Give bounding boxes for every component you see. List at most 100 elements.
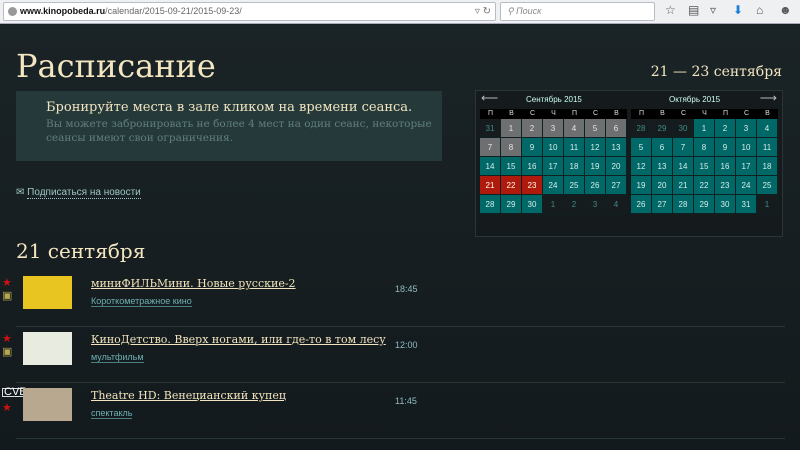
calendar-day[interactable]: 10 — [543, 138, 564, 157]
calendar-day[interactable]: 30 — [522, 195, 543, 214]
calendar-day[interactable]: 28 — [480, 195, 501, 214]
address-bar[interactable]: www.kinopobeda.ru/calendar/2015-09-21/20… — [3, 2, 496, 21]
calendar-day[interactable]: 26 — [631, 195, 652, 214]
prev-arrow-icon[interactable]: ⟵ — [481, 91, 498, 105]
calendar-day[interactable]: 6 — [652, 138, 673, 157]
event-thumbnail[interactable] — [23, 388, 72, 421]
weekday-header: В — [501, 109, 522, 119]
calendar-day: 1 — [501, 119, 522, 138]
calendar-day[interactable]: 14 — [673, 157, 694, 176]
calendar-day[interactable]: 17 — [736, 157, 757, 176]
calendar-day[interactable]: 13 — [652, 157, 673, 176]
event-title-link[interactable]: Theatre HD: Венецианский купец — [91, 389, 286, 402]
calendar-day[interactable]: 29 — [694, 195, 715, 214]
calendar-day[interactable]: 25 — [564, 176, 585, 195]
calendar-day[interactable]: 3 — [736, 119, 757, 138]
camera-icon: ▣ — [2, 290, 13, 302]
calendar-day: 3 — [585, 195, 606, 214]
reading-list-icon[interactable]: ▤ — [688, 3, 699, 17]
calendar-day[interactable]: 30 — [715, 195, 736, 214]
calendar-day[interactable]: 22 — [694, 176, 715, 195]
calendar-day[interactable]: 26 — [585, 176, 606, 195]
calendar-day: 6 — [606, 119, 627, 138]
calendar-day[interactable]: 12 — [631, 157, 652, 176]
event-row: ★ ▣ миниФИЛЬМини. Новые русские-2 Коротко… — [0, 271, 785, 327]
calendar-day[interactable]: 20 — [606, 157, 627, 176]
calendar-day: 2 — [522, 119, 543, 138]
calendar-day[interactable]: 23 — [522, 176, 543, 195]
mail-icon: ✉ — [16, 187, 25, 198]
subscribe-link[interactable]: ✉ Подписаться на новости — [16, 187, 141, 199]
event-thumbnail[interactable] — [23, 276, 72, 309]
session-time[interactable]: 12:00 — [395, 340, 418, 350]
home-icon[interactable]: ⌂ — [756, 3, 763, 17]
calendar-day[interactable]: 19 — [585, 157, 606, 176]
calendar-day[interactable]: 21 — [480, 176, 501, 195]
calendar-day[interactable]: 15 — [694, 157, 715, 176]
search-input[interactable]: ⚲ Поиск — [500, 2, 655, 21]
event-title-link[interactable]: КиноДетство. Вверх ногами, или где-то в … — [91, 333, 386, 346]
calendar-day: 4 — [564, 119, 585, 138]
calendar-day[interactable]: 24 — [736, 176, 757, 195]
weekday-header: П — [631, 109, 652, 119]
pocket-icon[interactable]: ▿ — [710, 3, 716, 17]
account-icon[interactable]: ☻ — [779, 3, 792, 17]
calendar-day[interactable]: 17 — [543, 157, 564, 176]
calendar-day[interactable]: 7 — [673, 138, 694, 157]
camera-icon: ▣ — [2, 346, 13, 358]
event-title-link[interactable]: миниФИЛЬМини. Новые русские-2 — [91, 277, 296, 290]
next-arrow-icon[interactable]: ⟶ — [760, 91, 777, 105]
calendar-day[interactable]: 24 — [543, 176, 564, 195]
calendar-day[interactable]: 12 — [585, 138, 606, 157]
calendar-day[interactable]: 22 — [501, 176, 522, 195]
calendar-day[interactable]: 23 — [715, 176, 736, 195]
reload-icon[interactable]: ▿ ↻ — [475, 3, 491, 20]
calendar-day[interactable]: 8 — [694, 138, 715, 157]
calendar-day[interactable]: 21 — [673, 176, 694, 195]
calendar-day[interactable]: 25 — [757, 176, 778, 195]
calendar-day[interactable]: 16 — [715, 157, 736, 176]
date-range: 21 — 23 сентября — [650, 64, 782, 80]
info-text: Вы можете забронировать не более 4 мест … — [46, 118, 432, 144]
event-row: CVБ ★ Theatre HD: Венецианский купец спек… — [0, 383, 785, 439]
calendar-day: 30 — [673, 119, 694, 138]
event-genre-link[interactable]: Короткометражное кино — [91, 296, 192, 307]
calendar-day[interactable]: 18 — [564, 157, 585, 176]
calendar-day[interactable]: 11 — [564, 138, 585, 157]
calendar-day[interactable]: 27 — [652, 195, 673, 214]
calendar-day[interactable]: 18 — [757, 157, 778, 176]
calendar-day[interactable]: 14 — [480, 157, 501, 176]
event-genre-link[interactable]: мультфильм — [91, 352, 144, 363]
weekday-header: П — [480, 109, 501, 119]
event-row: ★ ▣ КиноДетство. Вверх ногами, или где-то… — [0, 327, 785, 383]
calendar-day[interactable]: 19 — [631, 176, 652, 195]
calendar-day[interactable]: 13 — [606, 138, 627, 157]
session-time[interactable]: 18:45 — [395, 284, 418, 294]
calendar-day[interactable]: 4 — [757, 119, 778, 138]
month-grid-september: П В С Ч П С В 31 1 2 3 4 5 6 7 8 9 10 11 12 13 14 15 16 17 18 19 20… — [480, 109, 627, 214]
calendar-day[interactable]: 16 — [522, 157, 543, 176]
session-time[interactable]: 11:45 — [395, 396, 417, 406]
event-thumbnail[interactable] — [23, 332, 72, 365]
calendar-day[interactable]: 11 — [757, 138, 778, 157]
divider — [16, 438, 785, 439]
calendar-day[interactable]: 27 — [606, 176, 627, 195]
download-icon[interactable]: ⬇ — [733, 3, 743, 17]
calendar-day[interactable]: 29 — [501, 195, 522, 214]
calendar-day[interactable]: 9 — [715, 138, 736, 157]
event-genre-link[interactable]: спектакль — [91, 408, 133, 419]
calendar-day[interactable]: 20 — [652, 176, 673, 195]
weekday-header: В — [757, 109, 778, 119]
calendar-day[interactable]: 9 — [522, 138, 543, 157]
calendar-day[interactable]: 15 — [501, 157, 522, 176]
calendar-day[interactable]: 2 — [715, 119, 736, 138]
calendar-day[interactable]: 1 — [694, 119, 715, 138]
page: Расписание 21 — 23 сентября Бронируйте м… — [0, 25, 800, 450]
weekday-header: С — [673, 109, 694, 119]
star-icon: ★ — [2, 402, 12, 414]
bookmark-star-icon[interactable]: ☆ — [665, 3, 676, 17]
calendar-day[interactable]: 10 — [736, 138, 757, 157]
calendar-day[interactable]: 5 — [631, 138, 652, 157]
calendar-day[interactable]: 28 — [673, 195, 694, 214]
calendar-day[interactable]: 31 — [736, 195, 757, 214]
